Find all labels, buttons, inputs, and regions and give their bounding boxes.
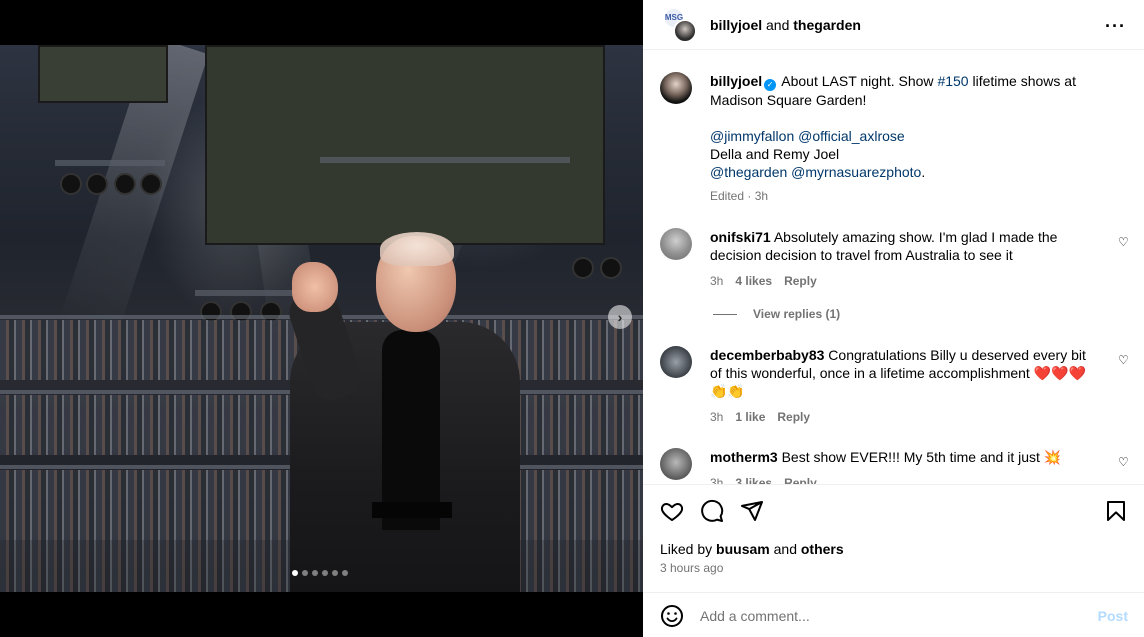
comment-icon[interactable] bbox=[700, 499, 724, 523]
heart-icon[interactable]: ♡ bbox=[1118, 354, 1130, 366]
caption-edited-time: Edited · 3h bbox=[710, 189, 769, 203]
comment-likes[interactable]: 3 likes bbox=[735, 474, 772, 484]
caption-part1: About LAST night. Show bbox=[781, 73, 938, 89]
comment-username[interactable]: decemberbaby83 bbox=[710, 347, 824, 363]
carousel-indicator bbox=[292, 570, 348, 576]
stage-lamp bbox=[86, 173, 108, 195]
comment-reply-button[interactable]: Reply bbox=[784, 272, 817, 290]
comment-avatar[interactable] bbox=[660, 228, 692, 260]
comments-scroll[interactable]: billyjoel ✓ About LAST night. Show #150 l… bbox=[643, 58, 1144, 484]
mention-link[interactable]: @thegarden bbox=[710, 164, 787, 180]
caption-period: . bbox=[921, 164, 926, 180]
stage-lamp bbox=[114, 173, 136, 195]
comment-time[interactable]: 3h bbox=[710, 408, 723, 426]
stage-lamp bbox=[600, 257, 622, 279]
carousel-dot bbox=[312, 570, 318, 576]
liked-by-others-link[interactable]: others bbox=[801, 541, 844, 557]
comment-username[interactable]: onifski71 bbox=[710, 229, 771, 245]
post-comment-button[interactable]: Post bbox=[1098, 608, 1128, 624]
performer-hand bbox=[292, 262, 338, 312]
liked-by-joiner: and bbox=[773, 541, 797, 557]
billyjoel-avatar[interactable] bbox=[673, 18, 697, 43]
comment-text: motherm3 Best show EVER!!! My 5th time a… bbox=[710, 448, 1095, 484]
post-header: MSG billyjoel and thegarden ··· bbox=[643, 0, 1144, 50]
post-actions: Liked by buusam and others 3 hours ago P… bbox=[643, 484, 1144, 637]
performer-belt bbox=[372, 502, 452, 518]
carousel-dot bbox=[342, 570, 348, 576]
liked-by-prefix: Liked by bbox=[660, 541, 713, 557]
mention-link[interactable]: @myrnasuarezphoto bbox=[791, 164, 921, 180]
carousel-dot bbox=[322, 570, 328, 576]
arena-screen bbox=[38, 45, 168, 103]
carousel-dot bbox=[302, 570, 308, 576]
heart-icon[interactable] bbox=[660, 499, 684, 523]
comment-input[interactable] bbox=[700, 607, 1098, 624]
mention-link[interactable]: @jimmyfallon bbox=[710, 128, 794, 144]
next-slide-button[interactable]: › bbox=[608, 305, 632, 329]
collab-avatars[interactable]: MSG bbox=[661, 6, 697, 43]
bookmark-icon[interactable] bbox=[1104, 499, 1128, 523]
coauthor-username-link[interactable]: thegarden bbox=[793, 17, 861, 33]
authors-joiner: and bbox=[766, 16, 790, 33]
post-authors: billyjoel and thegarden bbox=[710, 17, 861, 33]
comment-likes[interactable]: 1 like bbox=[735, 408, 765, 426]
comment: motherm3 Best show EVER!!! My 5th time a… bbox=[660, 448, 1130, 484]
performer-hair bbox=[380, 232, 454, 266]
view-replies-label: View replies (1) bbox=[753, 307, 841, 321]
view-replies-button[interactable]: View replies (1) bbox=[713, 307, 840, 321]
hashtag-link[interactable]: #150 bbox=[937, 73, 968, 89]
comment-form: Post bbox=[643, 592, 1144, 637]
comment-text: onifski71 Absolutely amazing show. I'm g… bbox=[710, 228, 1095, 290]
share-icon[interactable] bbox=[740, 499, 764, 523]
caption-username[interactable]: billyjoel bbox=[710, 73, 762, 89]
stage-lamp bbox=[572, 257, 594, 279]
comment-reply-button[interactable]: Reply bbox=[777, 408, 810, 426]
verified-badge-icon: ✓ bbox=[764, 79, 777, 91]
details-panel: MSG billyjoel and thegarden ··· billyjoe… bbox=[643, 0, 1144, 637]
lighting-truss bbox=[195, 290, 295, 296]
mention-link[interactable]: @official_axlrose bbox=[798, 128, 905, 144]
arena-screen bbox=[205, 45, 605, 245]
author-username-link[interactable]: billyjoel bbox=[710, 17, 762, 33]
caption: billyjoel ✓ About LAST night. Show #150 l… bbox=[660, 72, 1130, 205]
comment-avatar[interactable] bbox=[660, 448, 692, 480]
media-panel: › bbox=[0, 0, 643, 637]
caption-text: billyjoel ✓ About LAST night. Show #150 l… bbox=[710, 72, 1095, 205]
comment-avatar[interactable] bbox=[660, 346, 692, 378]
performer-shirt bbox=[382, 330, 440, 530]
comment-time[interactable]: 3h bbox=[710, 474, 723, 484]
comment-likes[interactable]: 4 likes bbox=[735, 272, 772, 290]
comment-body: Best show EVER!!! My 5th time and it jus… bbox=[781, 449, 1062, 465]
comment-reply-button[interactable]: Reply bbox=[784, 474, 817, 484]
more-options-icon[interactable]: ··· bbox=[1105, 16, 1126, 37]
comment: decemberbaby83 Congratulations Billy u d… bbox=[660, 346, 1130, 426]
comment-time[interactable]: 3h bbox=[710, 272, 723, 290]
comment-username[interactable]: motherm3 bbox=[710, 449, 778, 465]
carousel-dot bbox=[292, 570, 298, 576]
stage-lamp bbox=[60, 173, 82, 195]
comment-text: decemberbaby83 Congratulations Billy u d… bbox=[710, 346, 1095, 426]
stage-lamp bbox=[140, 173, 162, 195]
emoji-icon[interactable] bbox=[660, 604, 684, 628]
post-timestamp[interactable]: 3 hours ago bbox=[660, 561, 723, 575]
liked-by: Liked by buusam and others bbox=[660, 541, 844, 557]
heart-icon[interactable]: ♡ bbox=[1118, 236, 1130, 248]
liked-by-user-link[interactable]: buusam bbox=[716, 541, 770, 557]
comment: onifski71 Absolutely amazing show. I'm g… bbox=[660, 228, 1130, 288]
instagram-post-modal: › MSG billyjoel and thegarden ··· billyj… bbox=[0, 0, 1144, 637]
caption-avatar[interactable] bbox=[660, 72, 692, 104]
caption-line: Della and Remy Joel bbox=[710, 146, 840, 162]
carousel-dot bbox=[332, 570, 338, 576]
heart-icon[interactable]: ♡ bbox=[1118, 456, 1130, 468]
lighting-truss bbox=[55, 160, 165, 166]
action-icons bbox=[660, 499, 764, 523]
lighting-truss bbox=[320, 157, 570, 163]
replies-divider bbox=[713, 313, 737, 315]
chevron-right-icon: › bbox=[617, 309, 623, 325]
